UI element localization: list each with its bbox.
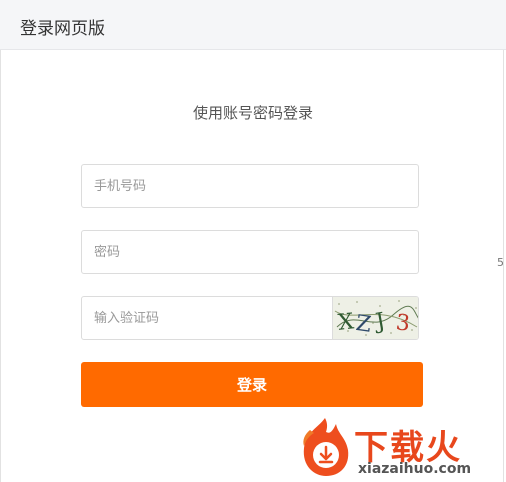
captcha-char-4: 3 xyxy=(395,310,412,336)
watermark-domain: xiazaihuo.com xyxy=(358,461,472,477)
captcha-input[interactable] xyxy=(82,297,332,339)
flame-logo-icon xyxy=(303,418,349,476)
captcha-image[interactable]: X Z J 3 xyxy=(332,297,418,339)
password-input[interactable] xyxy=(82,231,418,273)
login-button[interactable]: 登录 xyxy=(81,362,423,407)
edge-text: 5 xyxy=(497,256,504,269)
page-header: 登录网页版 xyxy=(0,0,506,50)
page-title: 登录网页版 xyxy=(20,19,105,39)
password-field[interactable] xyxy=(81,230,419,274)
login-page: 登录网页版 使用账号密码登录 X xyxy=(0,0,506,482)
phone-input[interactable] xyxy=(82,165,418,207)
login-subtitle: 使用账号密码登录 xyxy=(192,104,313,122)
captcha-field[interactable]: X Z J 3 xyxy=(81,296,419,340)
captcha-graphic: X Z J 3 xyxy=(333,297,418,339)
watermark: 下载火 xiazaihuo.com xyxy=(296,412,506,482)
phone-field[interactable] xyxy=(81,164,419,208)
captcha-char-1: X xyxy=(337,309,356,336)
